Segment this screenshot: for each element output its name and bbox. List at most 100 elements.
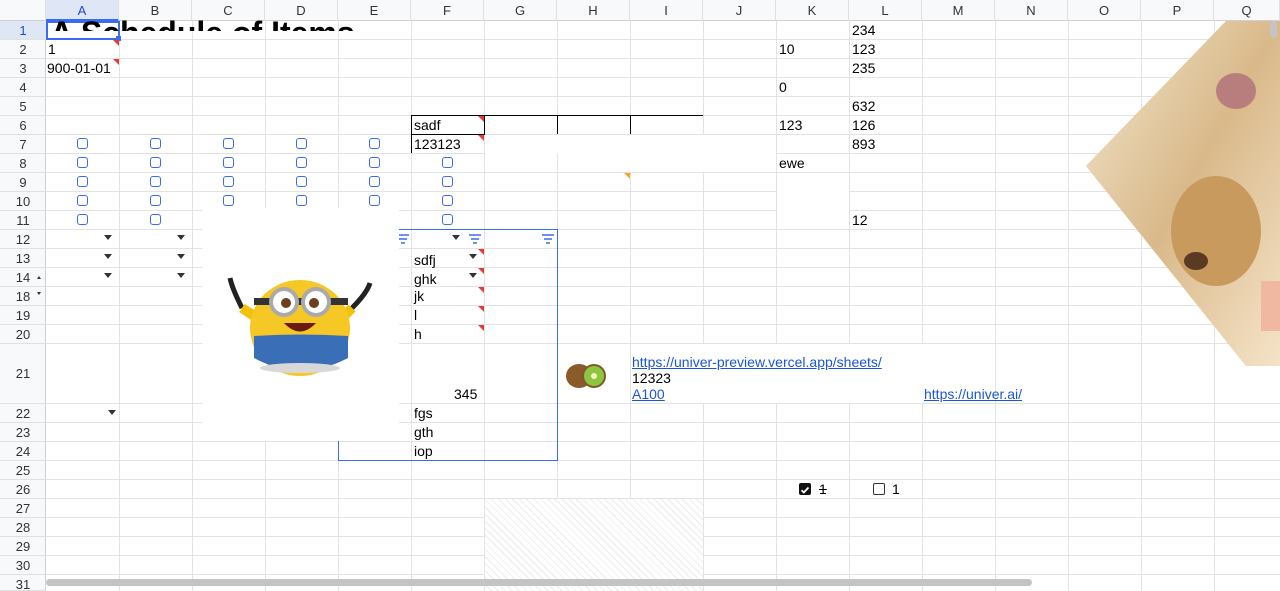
checkbox[interactable] xyxy=(150,157,161,168)
checkbox[interactable] xyxy=(77,214,88,225)
row-header-5[interactable]: 5 xyxy=(0,97,46,116)
column-header-f[interactable]: F xyxy=(411,0,484,21)
checkbox[interactable] xyxy=(223,157,234,168)
hyperlink-univer-ai[interactable]: https://univer.ai/ xyxy=(924,386,1022,402)
checkbox[interactable] xyxy=(223,195,234,206)
checkbox[interactable] xyxy=(296,157,307,168)
sheet-grid[interactable]: A Schedule of Items 1 900-01-01 10 0 123… xyxy=(46,15,1280,591)
row-header-3[interactable]: 3 xyxy=(0,59,46,78)
horizontal-scrollbar[interactable] xyxy=(46,579,1032,586)
cell-l11[interactable]: 12 xyxy=(852,212,868,228)
checkbox[interactable] xyxy=(296,195,307,206)
checked-checkbox[interactable] xyxy=(799,483,811,495)
cell-f13[interactable]: sdfj xyxy=(414,252,436,268)
dropdown-arrow-icon[interactable] xyxy=(104,235,112,240)
column-header-q[interactable]: Q xyxy=(1214,0,1280,21)
column-header-h[interactable]: H xyxy=(557,0,630,21)
column-header-p[interactable]: P xyxy=(1141,0,1214,21)
column-header-m[interactable]: M xyxy=(922,0,995,21)
row-header-24[interactable]: 24 xyxy=(0,442,46,461)
checkbox[interactable] xyxy=(77,157,88,168)
dropdown-arrow-icon[interactable] xyxy=(469,273,477,278)
column-header-n[interactable]: N xyxy=(995,0,1068,21)
row-header-31[interactable]: 31 xyxy=(0,575,46,591)
row-header-25[interactable]: 25 xyxy=(0,461,46,480)
select-all-corner[interactable] xyxy=(0,0,46,21)
filter-icon[interactable] xyxy=(469,234,481,244)
checkbox[interactable] xyxy=(369,195,380,206)
row-header-19[interactable]: 19 xyxy=(0,306,46,325)
row-header-18[interactable]: 18 xyxy=(0,287,46,306)
row-header-29[interactable]: 29 xyxy=(0,537,46,556)
cell-a2[interactable]: 1 xyxy=(48,41,56,57)
checkbox[interactable] xyxy=(77,138,88,149)
cell-l6[interactable]: 126 xyxy=(852,117,875,133)
hidden-rows-up-icon[interactable] xyxy=(37,276,41,279)
checkbox[interactable] xyxy=(369,176,380,187)
row-header-20[interactable]: 20 xyxy=(0,325,46,344)
dropdown-arrow-icon[interactable] xyxy=(452,235,460,240)
cell-l5[interactable]: 632 xyxy=(852,98,875,114)
column-header-g[interactable]: G xyxy=(484,0,557,21)
cell-k8[interactable]: ewe xyxy=(779,155,805,171)
cell-l2[interactable]: 123 xyxy=(852,41,875,57)
column-header-l[interactable]: L xyxy=(849,0,922,21)
vertical-scrollbar[interactable] xyxy=(1270,21,1277,38)
row-header-27[interactable]: 27 xyxy=(0,499,46,518)
row-header-2[interactable]: 2 xyxy=(0,40,46,59)
checkbox[interactable] xyxy=(150,176,161,187)
checkbox[interactable] xyxy=(369,138,380,149)
checkbox[interactable] xyxy=(442,214,453,225)
cell-f14[interactable]: ghk xyxy=(414,271,437,287)
checkbox[interactable] xyxy=(223,176,234,187)
row-header-13[interactable]: 13 xyxy=(0,249,46,268)
row-header-30[interactable]: 30 xyxy=(0,556,46,575)
row-header-9[interactable]: 9 xyxy=(0,173,46,192)
row-header-12[interactable]: 12 xyxy=(0,230,46,249)
checkbox[interactable] xyxy=(150,138,161,149)
minion-cartoon-image[interactable] xyxy=(202,208,399,441)
dropdown-arrow-icon[interactable] xyxy=(469,254,477,259)
checkbox[interactable] xyxy=(77,195,88,206)
dropdown-arrow-icon[interactable] xyxy=(108,410,116,415)
cell-k6[interactable]: 123 xyxy=(779,117,802,133)
column-header-k[interactable]: K xyxy=(776,0,849,21)
cell-k2[interactable]: 10 xyxy=(779,41,795,57)
dropdown-arrow-icon[interactable] xyxy=(177,235,185,240)
row-header-1[interactable]: 1 xyxy=(0,21,46,40)
checkbox[interactable] xyxy=(223,138,234,149)
column-header-j[interactable]: J xyxy=(703,0,776,21)
cell-k4[interactable]: 0 xyxy=(779,79,787,95)
row-header-10[interactable]: 10 xyxy=(0,192,46,211)
row-header-22[interactable]: 22 xyxy=(0,404,46,423)
row-header-6[interactable]: 6 xyxy=(0,116,46,135)
hidden-rows-down-icon[interactable] xyxy=(37,292,41,295)
cell-f18[interactable]: jk xyxy=(414,288,424,304)
dropdown-arrow-icon[interactable] xyxy=(177,254,185,259)
checkbox[interactable] xyxy=(77,176,88,187)
hyperlink-a100[interactable]: A100 xyxy=(632,386,665,402)
pug-dog-photo[interactable] xyxy=(1086,21,1280,366)
dropdown-arrow-icon[interactable] xyxy=(104,273,112,278)
column-header-i[interactable]: I xyxy=(630,0,703,21)
cell-f24[interactable]: iop xyxy=(414,443,433,459)
cell-f21[interactable]: 345 xyxy=(454,386,477,402)
row-header-28[interactable]: 28 xyxy=(0,518,46,537)
checkbox[interactable] xyxy=(150,195,161,206)
row-header-4[interactable]: 4 xyxy=(0,78,46,97)
checkbox[interactable] xyxy=(150,214,161,225)
cell-f23[interactable]: gth xyxy=(414,424,433,440)
cell-f19[interactable]: l xyxy=(414,307,417,323)
row-header-26[interactable]: 26 xyxy=(0,480,46,499)
checkbox[interactable] xyxy=(369,157,380,168)
hyperlink-univer-preview[interactable]: https://univer-preview.vercel.app/sheets… xyxy=(632,354,882,370)
dropdown-arrow-icon[interactable] xyxy=(177,273,185,278)
checkbox[interactable] xyxy=(442,157,453,168)
row-header-7[interactable]: 7 xyxy=(0,135,46,154)
row-header-8[interactable]: 8 xyxy=(0,154,46,173)
kiwi-fruit-image[interactable] xyxy=(564,359,608,391)
cell-l7[interactable]: 893 xyxy=(852,136,875,152)
row-header-11[interactable]: 11 xyxy=(0,211,46,230)
cell-f22[interactable]: fgs xyxy=(414,405,433,421)
row-header-23[interactable]: 23 xyxy=(0,423,46,442)
